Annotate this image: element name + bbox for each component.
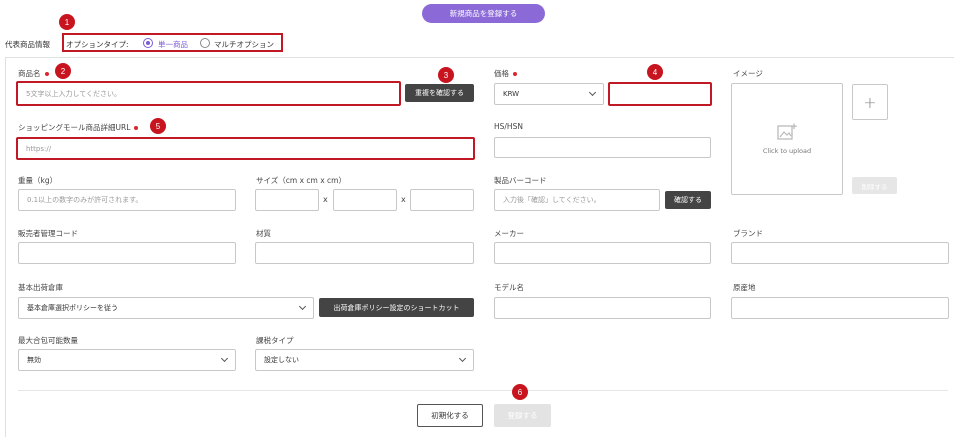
size-label: サイズ（cm x cm x cm）: [256, 176, 346, 185]
product-name-input[interactable]: 5文字以上入力してください。: [16, 81, 401, 106]
model-input[interactable]: [494, 297, 711, 319]
max-qty-select[interactable]: 無効: [18, 349, 236, 371]
add-image-button[interactable]: +: [852, 84, 888, 120]
warehouse-select[interactable]: 基本倉庫選択ポリシーを従う: [18, 297, 314, 319]
marker-5: 5: [150, 118, 166, 134]
marker-6: 6: [512, 384, 528, 400]
size-separator: x: [401, 195, 406, 204]
material-label: 材質: [256, 229, 271, 238]
required-dot: [134, 126, 139, 130]
image-add-icon: [777, 123, 797, 140]
size-length-input[interactable]: [255, 189, 319, 211]
marker-2: 2: [55, 63, 71, 79]
weight-label: 重量（kg）: [18, 176, 58, 185]
required-dot: [44, 72, 49, 76]
currency-value: KRW: [503, 90, 520, 98]
warehouse-label: 基本出荷倉庫: [18, 283, 63, 292]
brand-label: ブランド: [733, 229, 763, 238]
max-qty-label: 最大合包可能数量: [18, 336, 78, 345]
representative-info-label: 代表商品情報: [5, 40, 50, 49]
size-height-input[interactable]: [410, 189, 474, 211]
tax-type-value: 設定しない: [264, 356, 299, 364]
marker-3: 3: [438, 67, 454, 83]
size-separator: x: [323, 195, 328, 204]
model-label: モデル名: [494, 283, 524, 292]
origin-label: 原産地: [733, 283, 756, 292]
price-input[interactable]: [608, 82, 712, 106]
warehouse-value: 基本倉庫選択ポリシーを従う: [27, 304, 118, 312]
image-upload-area[interactable]: Click to upload: [731, 83, 843, 195]
currency-select[interactable]: KRW: [494, 83, 604, 105]
hs-hsn-input[interactable]: [494, 137, 711, 158]
marker-1: 1: [59, 14, 75, 30]
check-duplicate-button[interactable]: 重複を確認する: [405, 84, 474, 102]
maker-label: メーカー: [494, 229, 524, 238]
upload-text: Click to upload: [762, 147, 812, 155]
seller-code-label: 販売者管理コード: [18, 229, 78, 238]
hs-hsn-label: HS/HSN: [494, 122, 523, 131]
marker-4: 4: [647, 64, 663, 80]
maker-input[interactable]: [494, 242, 711, 264]
image-label: イメージ: [733, 69, 763, 78]
delete-image-button[interactable]: 削除する: [852, 177, 897, 194]
reset-button[interactable]: 初期化する: [417, 404, 483, 427]
radio-multi-option-label[interactable]: マルチオプション: [214, 39, 274, 50]
option-type-label: オプションタイプ:: [66, 40, 129, 49]
submit-button[interactable]: 登録する: [494, 404, 551, 427]
brand-input[interactable]: [731, 242, 949, 264]
chevron-down-icon: [458, 354, 467, 363]
price-label: 価格: [494, 68, 517, 79]
warehouse-policy-shortcut-button[interactable]: 出荷倉庫ポリシー設定のショートカット: [319, 298, 474, 317]
radio-single-product[interactable]: [143, 38, 153, 48]
chevron-down-icon: [298, 302, 307, 311]
tax-type-label: 課税タイプ: [256, 336, 294, 345]
radio-single-product-label[interactable]: 単一商品: [158, 39, 188, 50]
required-dot: [513, 72, 517, 76]
material-input[interactable]: [255, 242, 474, 264]
barcode-label: 製品バーコード: [494, 176, 547, 185]
barcode-confirm-button[interactable]: 確認する: [665, 191, 711, 209]
max-qty-value: 無効: [27, 356, 41, 364]
tax-type-select[interactable]: 設定しない: [255, 349, 474, 371]
shopping-url-input[interactable]: https://: [16, 137, 475, 160]
shopping-url-label: ショッピングモール商品詳細URL: [18, 122, 139, 133]
size-width-input[interactable]: [333, 189, 397, 211]
chevron-down-icon: [220, 354, 229, 363]
footer-divider: [18, 390, 948, 391]
weight-input[interactable]: 0.1以上の数字のみが許可されます。: [18, 189, 236, 211]
barcode-input[interactable]: 入力後「確認」してください。: [494, 189, 660, 211]
register-new-product-button[interactable]: 新規商品を登録する: [422, 4, 545, 23]
origin-input[interactable]: [731, 297, 949, 319]
seller-code-input[interactable]: [18, 242, 236, 264]
radio-multi-option[interactable]: [200, 38, 210, 48]
product-name-label: 商品名: [18, 68, 49, 79]
chevron-down-icon: [588, 88, 597, 97]
